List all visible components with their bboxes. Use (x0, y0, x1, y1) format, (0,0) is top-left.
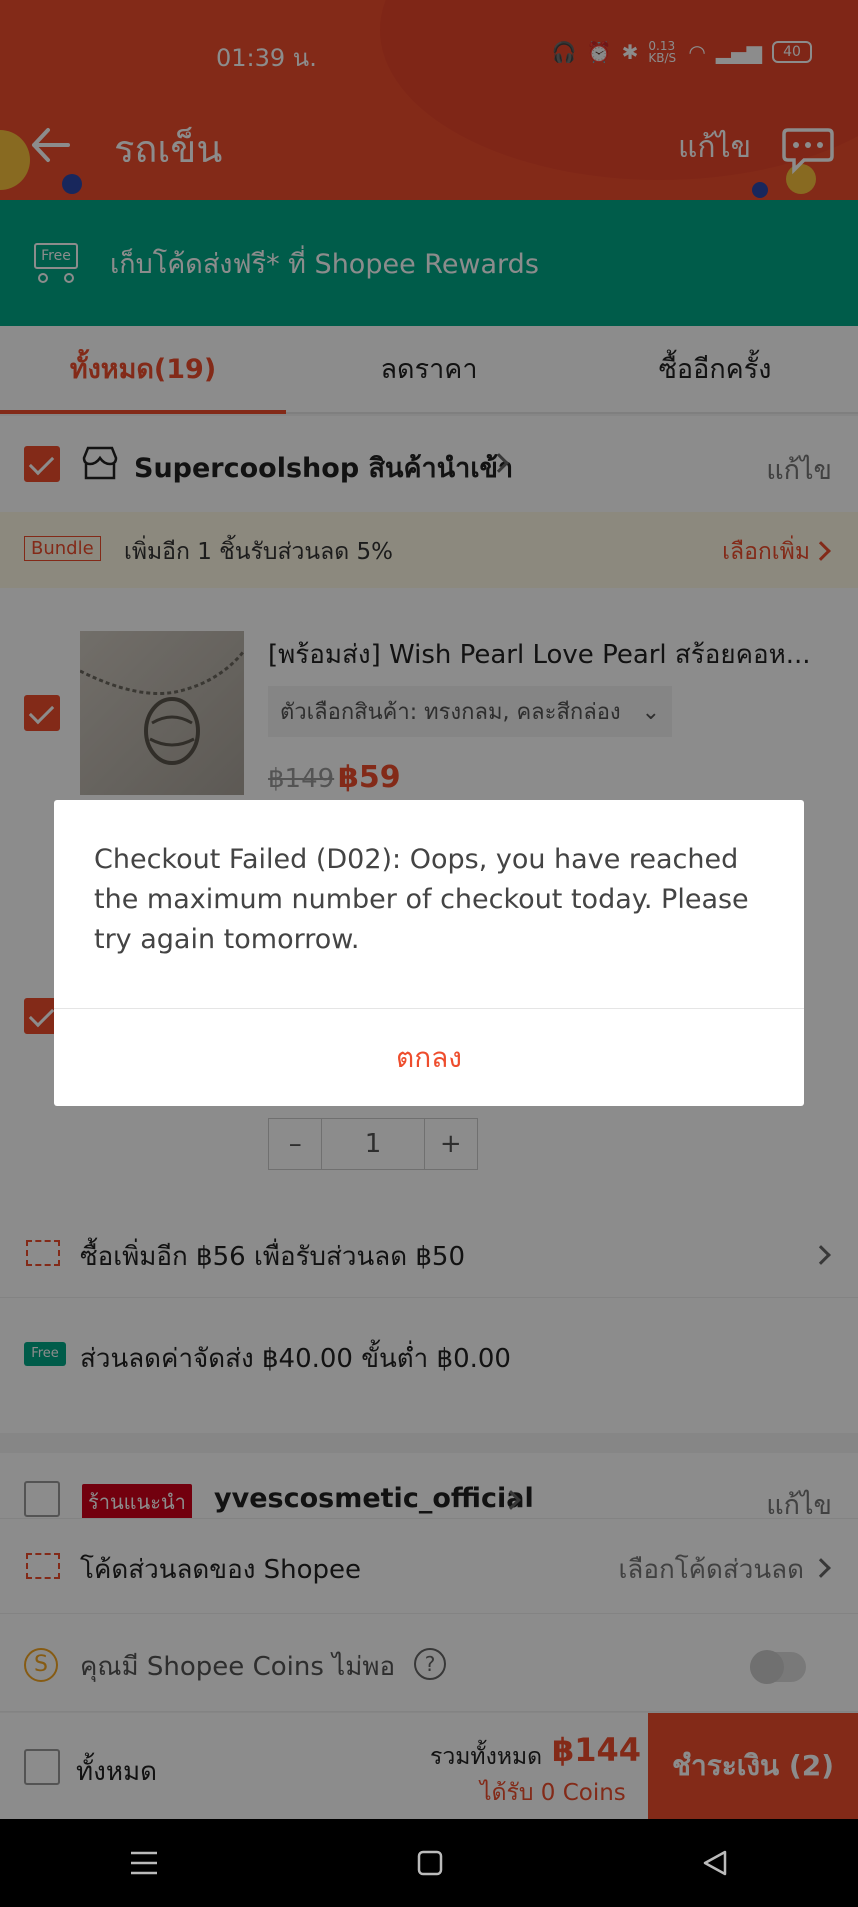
checkout-failed-dialog: Checkout Failed (D02): Oops, you have re… (54, 800, 804, 1106)
menu-icon[interactable] (129, 1850, 159, 1876)
dialog-message: Checkout Failed (D02): Oops, you have re… (94, 844, 749, 955)
dialog-ok-button[interactable]: ตกลง (54, 1009, 804, 1106)
system-nav-bar (0, 1819, 858, 1907)
back-icon[interactable] (701, 1849, 729, 1877)
home-icon[interactable] (416, 1849, 444, 1877)
